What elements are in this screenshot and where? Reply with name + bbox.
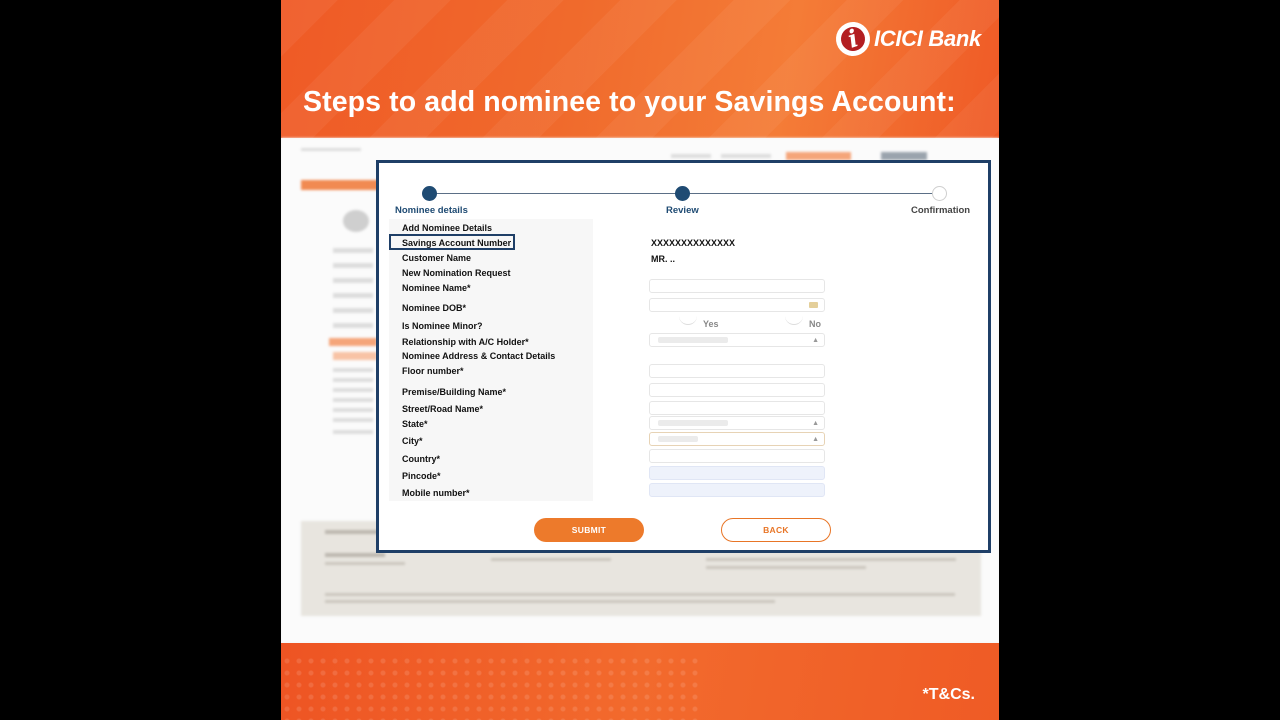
step-label-confirmation: Confirmation — [911, 205, 971, 216]
city-label: City* — [402, 436, 423, 446]
back-button[interactable]: BACK — [721, 518, 831, 542]
add-nominee-title: Add Nominee Details — [402, 223, 493, 233]
customer-name-value: MR. .. — [651, 254, 675, 264]
step-label-review: Review — [666, 205, 699, 216]
terms-text: *T&Cs. — [922, 686, 975, 703]
state-select-value — [658, 420, 728, 426]
street-name-input[interactable] — [649, 401, 825, 415]
street-name-label: Street/Road Name* — [402, 404, 484, 414]
step-dot-nominee-details — [422, 186, 437, 201]
step-dot-confirmation — [932, 186, 947, 201]
address-section-title: Nominee Address & Contact Details — [402, 351, 556, 361]
mobile-number-label: Mobile number* — [402, 488, 470, 498]
city-select[interactable]: ▲︎ — [649, 432, 825, 446]
step-dot-review — [675, 186, 690, 201]
state-select[interactable]: ▲︎ — [649, 416, 825, 430]
step-label-nominee-details: Nominee details — [395, 205, 468, 216]
new-nomination-title: New Nomination Request — [402, 268, 511, 278]
relationship-select[interactable]: ▲︎ — [649, 333, 825, 347]
nominee-dob-label: Nominee DOB* — [402, 303, 467, 313]
submit-button[interactable]: SUBMIT — [534, 518, 644, 542]
floor-number-label: Floor number* — [402, 366, 464, 376]
nominee-form-panel: Nominee details Review Confirmation Add … — [376, 160, 991, 553]
nominee-name-label: Nominee Name* — [402, 283, 471, 293]
top-banner: i ICICI Bank Steps to add nominee to you… — [281, 0, 999, 138]
nominee-minor-label: Is Nominee Minor? — [402, 321, 483, 331]
minor-yes-label: Yes — [703, 319, 719, 329]
nominee-dob-input[interactable] — [649, 298, 825, 312]
account-number-label: Savings Account Number — [402, 238, 512, 248]
chevron-down-icon: ▲︎ — [812, 337, 819, 344]
logo-text: ICICI Bank — [873, 26, 981, 51]
account-number-value: XXXXXXXXXXXXXX — [651, 238, 736, 248]
minor-yes-radio[interactable] — [679, 316, 697, 325]
floor-number-input[interactable] — [649, 364, 825, 378]
minor-no-radio[interactable] — [785, 316, 803, 325]
headline: Steps to add nominee to your Savings Acc… — [303, 86, 956, 118]
state-label: State* — [402, 419, 428, 429]
country-input[interactable] — [649, 449, 825, 463]
chevron-down-icon: ▲︎ — [812, 436, 819, 443]
relationship-label: Relationship with A/C Holder* — [402, 337, 529, 347]
chevron-down-icon: ▲︎ — [812, 420, 819, 427]
premise-name-input[interactable] — [649, 383, 825, 397]
country-label: Country* — [402, 454, 440, 464]
premise-name-label: Premise/Building Name* — [402, 387, 507, 397]
pincode-input[interactable] — [649, 466, 825, 480]
nominee-name-input[interactable] — [649, 279, 825, 293]
mobile-number-input[interactable] — [649, 483, 825, 497]
customer-name-label: Customer Name — [402, 253, 472, 263]
bottom-banner: *T&Cs. — [281, 643, 999, 720]
promo-frame: i ICICI Bank Steps to add nominee to you… — [281, 0, 999, 720]
icici-logo: i ICICI Bank — [831, 17, 981, 61]
pincode-label: Pincode* — [402, 471, 441, 481]
city-select-value — [658, 436, 698, 442]
calendar-icon[interactable] — [809, 302, 818, 308]
minor-no-label: No — [809, 319, 821, 329]
icici-logo-icon: i — [831, 17, 875, 61]
relationship-select-value — [658, 337, 728, 343]
